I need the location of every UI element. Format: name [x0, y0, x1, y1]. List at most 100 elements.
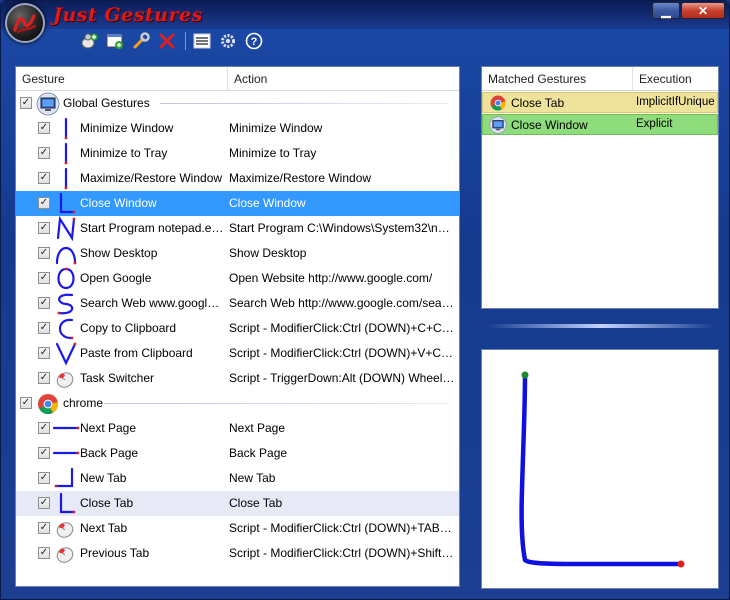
gesture-preview-svg [519, 371, 685, 568]
gesture-checkbox[interactable]: ✓ [38, 172, 50, 184]
group-separator-line [160, 103, 449, 104]
gesture-shape-icon [52, 291, 80, 316]
group-checkbox[interactable]: ✓ [20, 97, 32, 109]
gesture-name: Show Desktop [80, 246, 158, 260]
gesture-action: Show Desktop [229, 246, 307, 260]
gesture-row[interactable]: ✓ Start Program notepad.exe Start Progra… [16, 215, 459, 242]
gesture-action: New Tab [229, 471, 276, 485]
group-name: chrome [63, 396, 104, 410]
gesture-checkbox[interactable]: ✓ [38, 422, 50, 434]
gesture-shape-icon [52, 491, 80, 516]
gesture-list-panel: Gesture Action ✓ Global Gestures ✓ Minim… [15, 66, 460, 587]
gesture-shape-icon [52, 266, 80, 291]
group-checkbox[interactable]: ✓ [20, 397, 32, 409]
gesture-shape-icon [52, 316, 80, 341]
gesture-checkbox[interactable]: ✓ [38, 122, 50, 134]
gesture-row[interactable]: ✓ Back Page Back Page [16, 441, 459, 466]
gesture-end-dot [677, 560, 685, 568]
minimize-button[interactable]: ▁ [652, 2, 680, 19]
gesture-row[interactable]: ✓ Next Tab Script - ModifierClick:Ctrl (… [16, 516, 459, 541]
gesture-group-row[interactable]: ✓ chrome [16, 391, 459, 416]
gesture-checkbox[interactable]: ✓ [38, 372, 50, 384]
gesture-checkbox[interactable]: ✓ [38, 197, 50, 209]
matched-gesture-row[interactable]: Close Window Explicit [482, 114, 718, 135]
gesture-action: Minimize to Tray [229, 146, 317, 160]
gesture-checkbox[interactable]: ✓ [38, 147, 50, 159]
matched-gesture-execution: Explicit [636, 118, 673, 130]
settings-gear-icon[interactable] [218, 31, 238, 51]
add-application-icon[interactable] [79, 31, 99, 51]
gesture-name: Back Page [80, 446, 139, 460]
gesture-action: Script - ModifierClick:Ctrl (DOWN)+Shift… [229, 546, 455, 560]
svg-text:?: ? [251, 36, 258, 48]
title-bar[interactable]: Just Gestures ▁ ✕ [1, 1, 729, 29]
gesture-row[interactable]: ✓ Show Desktop Show Desktop [16, 241, 459, 266]
app-title: Just Gestures [53, 4, 203, 26]
gesture-row[interactable]: ✓ New Tab New Tab [16, 466, 459, 491]
column-header-gesture[interactable]: Gesture [16, 67, 228, 90]
gesture-checkbox[interactable]: ✓ [38, 347, 50, 359]
gesture-name: Minimize to Tray [80, 146, 168, 160]
matched-gesture-row[interactable]: Close Tab ImplicitIfUnique [482, 92, 718, 113]
close-button[interactable]: ✕ [681, 2, 725, 19]
gesture-row[interactable]: ✓ Maximize/Restore Window Maximize/Resto… [16, 166, 459, 191]
gesture-row[interactable]: ✓ Next Page Next Page [16, 416, 459, 441]
gesture-checkbox[interactable]: ✓ [38, 497, 50, 509]
gesture-row[interactable]: ✓ Minimize to Tray Minimize to Tray [16, 141, 459, 166]
group-name: Global Gestures [63, 96, 150, 110]
gesture-checkbox[interactable]: ✓ [38, 272, 50, 284]
gesture-group-row[interactable]: ✓ Global Gestures [16, 91, 459, 116]
gesture-shape-icon [52, 516, 80, 541]
gesture-shape-icon [52, 141, 80, 166]
chrome-icon [489, 94, 507, 112]
list-view-icon[interactable] [192, 31, 212, 51]
toolbar: ? [79, 31, 270, 51]
gesture-checkbox[interactable]: ✓ [38, 247, 50, 259]
gesture-action: Back Page [229, 446, 288, 460]
gesture-row[interactable]: ✓ Close Tab Close Tab [16, 491, 459, 516]
gesture-shape-icon [52, 441, 80, 466]
minimize-icon: ▁ [661, 3, 671, 18]
gesture-name: Search Web www.google.c... [80, 296, 224, 310]
gesture-checkbox[interactable]: ✓ [38, 447, 50, 459]
gesture-shape-icon [52, 166, 80, 191]
gesture-row[interactable]: ✓ Previous Tab Script - ModifierClick:Ct… [16, 541, 459, 566]
gesture-row[interactable]: ✓ Paste from Clipboard Script - Modifier… [16, 341, 459, 366]
column-header-matched-gestures[interactable]: Matched Gestures [482, 67, 633, 90]
gesture-action: Script - ModifierClick:Ctrl (DOWN)+TAB+C… [229, 521, 455, 535]
gesture-preview-canvas[interactable] [481, 349, 719, 589]
gesture-row[interactable]: ✓ Search Web www.google.c... Search Web … [16, 291, 459, 316]
gesture-checkbox[interactable]: ✓ [38, 547, 50, 559]
gesture-row[interactable]: ✓ Copy to Clipboard Script - ModifierCli… [16, 316, 459, 341]
gesture-action: Script - TriggerDown:Alt (DOWN) WheelDow… [229, 371, 455, 385]
gesture-checkbox[interactable]: ✓ [38, 472, 50, 484]
gesture-shape-icon [52, 466, 80, 491]
gesture-start-dot [521, 371, 529, 379]
help-icon[interactable]: ? [244, 31, 264, 51]
column-header-execution[interactable]: Execution [633, 67, 698, 90]
gesture-action: Script - ModifierClick:Ctrl (DOWN)+C+Ctr… [229, 321, 455, 335]
gesture-checkbox[interactable]: ✓ [38, 522, 50, 534]
gesture-action: Open Website http://www.google.com/ [229, 271, 433, 285]
gesture-checkbox[interactable]: ✓ [38, 297, 50, 309]
gesture-shape-icon [52, 541, 80, 566]
matched-gestures-header: Matched Gestures Execution [482, 67, 718, 91]
column-header-action[interactable]: Action [228, 67, 459, 90]
edit-wrench-icon[interactable] [131, 31, 151, 51]
gesture-shape-icon [52, 191, 80, 216]
gesture-shape-icon [52, 416, 80, 441]
gesture-row[interactable]: ✓ Task Switcher Script - TriggerDown:Alt… [16, 366, 459, 391]
gesture-row[interactable]: ✓ Close Window Close Window [16, 191, 459, 216]
gesture-action: Next Page [229, 421, 286, 435]
delete-icon[interactable] [157, 31, 177, 51]
add-gesture-icon[interactable] [105, 31, 125, 51]
panel-splitter[interactable] [487, 324, 715, 328]
gesture-row[interactable]: ✓ Minimize Window Minimize Window [16, 116, 459, 141]
gesture-row[interactable]: ✓ Open Google Open Website http://www.go… [16, 266, 459, 291]
gesture-checkbox[interactable]: ✓ [38, 322, 50, 334]
gesture-checkbox[interactable]: ✓ [38, 222, 50, 234]
gesture-name: Close Tab [80, 496, 134, 510]
matched-gesture-execution: ImplicitIfUnique [636, 96, 715, 108]
close-icon: ✕ [697, 3, 709, 18]
gesture-shape-icon [52, 341, 80, 366]
